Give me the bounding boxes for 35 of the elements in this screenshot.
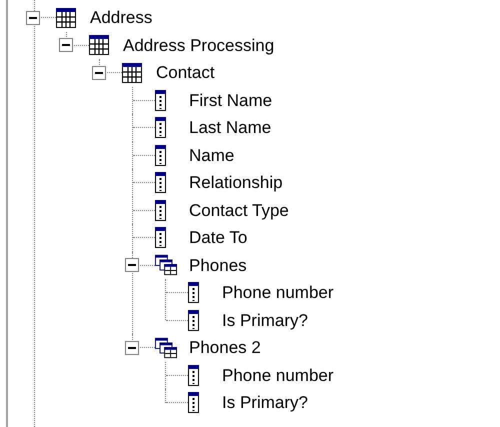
table-icon: [56, 8, 76, 28]
field-icon: [155, 117, 166, 138]
collapse-button[interactable]: [59, 38, 73, 52]
tree-item-label[interactable]: Date To: [189, 229, 248, 246]
tree-item-label[interactable]: Is Primary?: [222, 312, 308, 329]
tables-icon: [155, 336, 177, 359]
field-icon: [155, 227, 166, 248]
tree-item-label[interactable]: First Name: [189, 92, 272, 109]
tree-item-label[interactable]: Phones: [189, 256, 247, 274]
field-icon: [188, 310, 199, 331]
tree-item-label[interactable]: Phone number: [222, 366, 334, 384]
field-icon: [188, 392, 199, 414]
collapse-button[interactable]: [125, 258, 139, 272]
tree-item-label[interactable]: Is Primary?: [222, 394, 308, 412]
collapse-button[interactable]: [92, 66, 106, 80]
field-icon: [155, 200, 166, 221]
table-icon: [122, 62, 142, 83]
field-icon: [155, 172, 166, 194]
collapse-button[interactable]: [125, 340, 139, 355]
table-icon: [89, 35, 109, 56]
tree-item-label[interactable]: Address: [90, 9, 152, 26]
tree-item-label[interactable]: Phone number: [222, 284, 334, 302]
tree-item-label[interactable]: Contact: [156, 64, 215, 82]
tree-item-label[interactable]: Relationship: [189, 174, 283, 192]
field-icon: [155, 144, 166, 166]
tree-item-label[interactable]: Last Name: [189, 119, 272, 136]
collapse-button[interactable]: [26, 10, 40, 25]
field-icon: [188, 364, 199, 386]
field-icon: [188, 282, 199, 304]
tree-item-label[interactable]: Address Processing: [123, 36, 274, 54]
field-icon: [155, 90, 166, 111]
tree-item-label[interactable]: Phones 2: [189, 339, 261, 356]
tables-icon: [155, 254, 177, 276]
tree-item-label[interactable]: Contact Type: [189, 202, 289, 219]
tree-item-label[interactable]: Name: [189, 146, 234, 164]
